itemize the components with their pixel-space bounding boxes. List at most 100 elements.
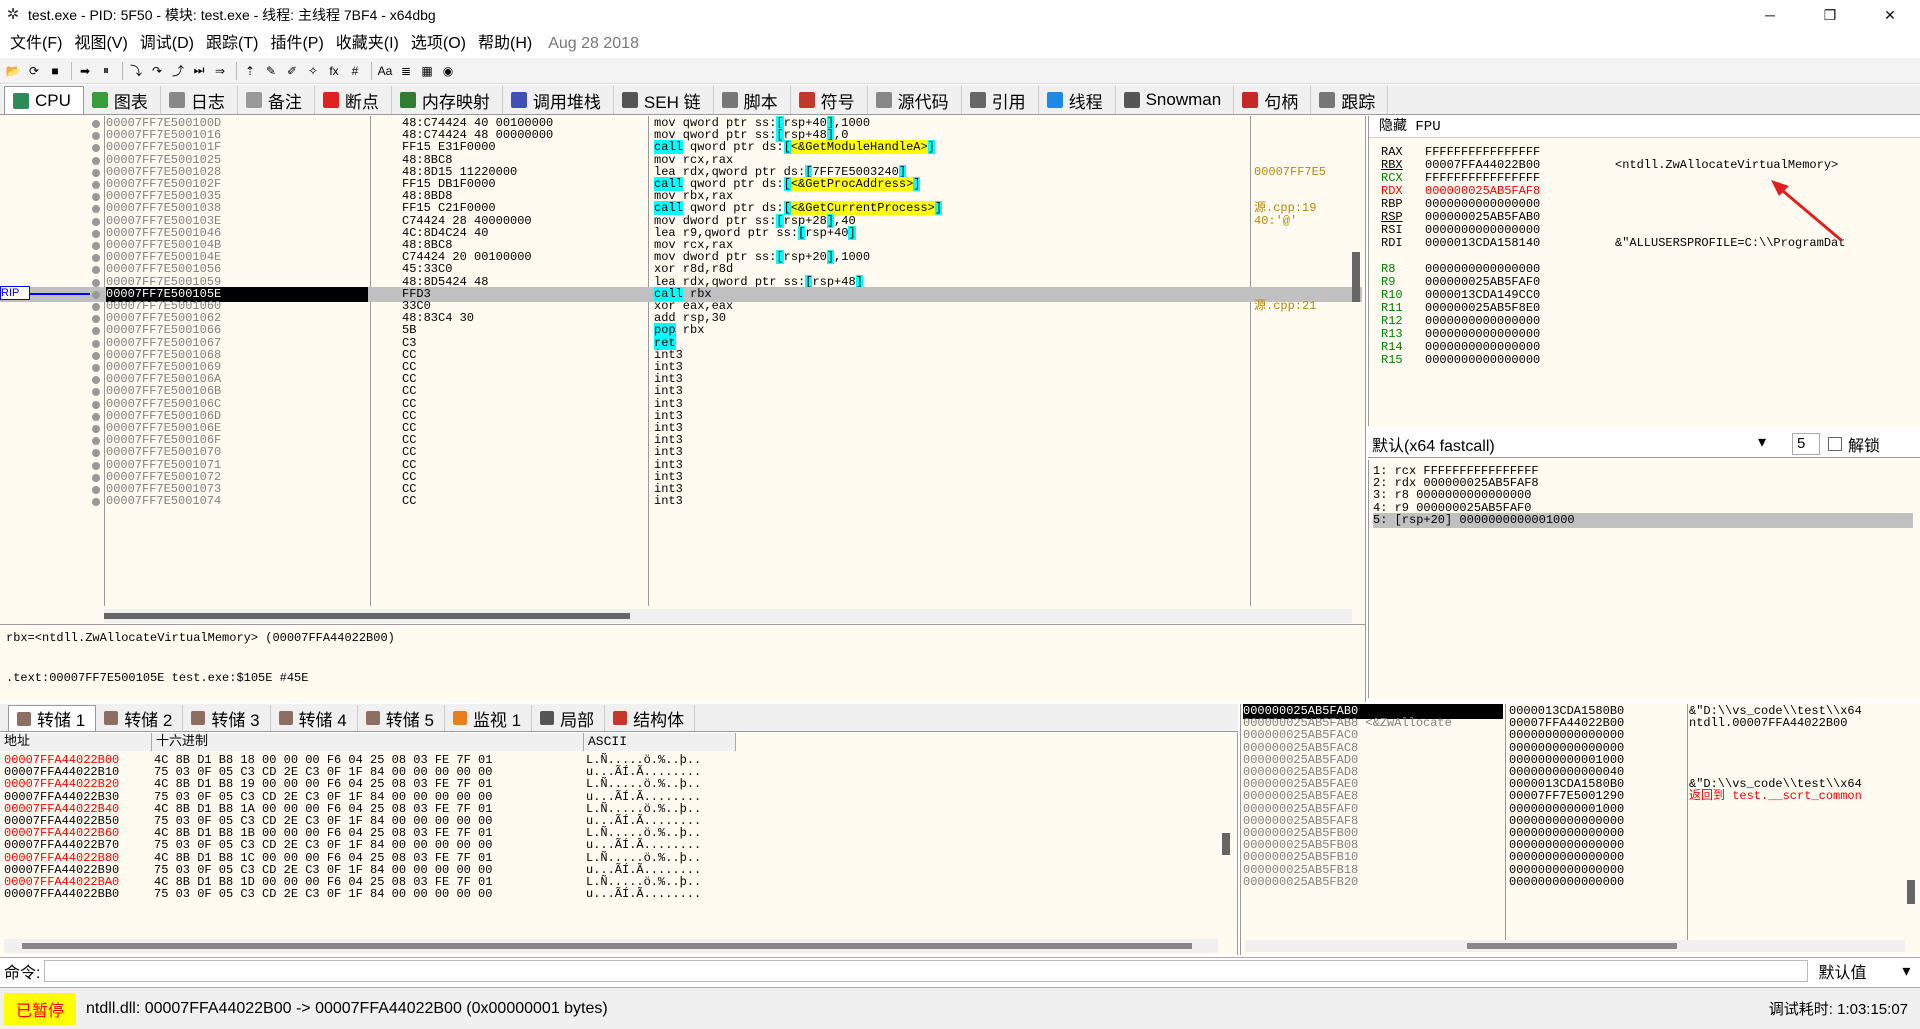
- argument-row[interactable]: 5: [rsp+20] 0000000000001000: [1373, 512, 1913, 528]
- tab-15[interactable]: 跟踪: [1311, 86, 1389, 114]
- tab-1[interactable]: 图表: [84, 86, 161, 114]
- globe-icon[interactable]: ◉: [439, 62, 457, 80]
- tab-7[interactable]: SEH 链: [614, 86, 714, 114]
- stop-icon[interactable]: ■: [46, 62, 64, 80]
- stack-hscrollbar[interactable]: [1245, 940, 1905, 952]
- tab-5[interactable]: 内存映射: [392, 86, 503, 114]
- dump-scrollbar[interactable]: [1222, 833, 1230, 855]
- disassembly-view[interactable]: 00007FF7E500100D 48:C74424 40 00100000 mov…: [0, 116, 1366, 624]
- tab-10[interactable]: 源代码: [868, 86, 962, 114]
- breakpoint-dot[interactable]: [92, 132, 100, 141]
- breakpoint-dot[interactable]: [92, 327, 100, 336]
- breakpoint-dot[interactable]: [92, 229, 100, 238]
- breakpoint-dot[interactable]: [92, 120, 100, 128]
- breakpoint-dot[interactable]: [92, 242, 100, 250]
- breakpoint-dot[interactable]: [92, 193, 100, 202]
- hscroll-thumb[interactable]: [1467, 943, 1677, 949]
- memory-dump[interactable]: 地址 十六进制 ASCII 00007FFA44022B00 4C 8B D1 B…: [0, 733, 1238, 955]
- breakpoint-dot[interactable]: [92, 205, 100, 214]
- command-mode-dropdown[interactable]: 默认值 ▾: [1814, 959, 1914, 983]
- dump-tab-7[interactable]: 结构体: [605, 705, 696, 731]
- breakpoint-dot[interactable]: [92, 351, 100, 360]
- registers-panel[interactable]: 隐藏 FPU RAX FFFFFFFFFFFFFFFF RBX 00007FFA440…: [1368, 116, 1920, 426]
- minimize-button[interactable]: ─: [1740, 0, 1800, 30]
- breakpoint-dot[interactable]: [92, 425, 100, 433]
- run-to-return-icon[interactable]: ⤴: [169, 62, 187, 80]
- label-icon[interactable]: ✐: [283, 62, 301, 80]
- breakpoint-dot[interactable]: [92, 473, 100, 482]
- breakpoint-dot[interactable]: [92, 388, 100, 397]
- dump-tab-3[interactable]: 转储 4: [271, 705, 358, 731]
- restart-icon[interactable]: ⟳: [25, 62, 43, 80]
- hscroll-thumb[interactable]: [22, 943, 1192, 949]
- stack-row[interactable]: 000000025AB5FB20 0000000000000000: [1241, 875, 1920, 890]
- tab-14[interactable]: 句柄: [1234, 86, 1312, 114]
- step-over-icon[interactable]: ↷: [148, 62, 166, 80]
- breakpoint-dot[interactable]: [92, 315, 100, 324]
- tab-13[interactable]: Snowman: [1116, 86, 1235, 114]
- dump-tab-6[interactable]: 局部: [532, 705, 606, 731]
- breakpoint-dot[interactable]: [92, 412, 100, 421]
- step-into-icon[interactable]: ⤵: [127, 62, 145, 80]
- tab-3[interactable]: 备注: [238, 86, 315, 114]
- menu-item[interactable]: 收藏夹(I): [330, 30, 405, 58]
- dump-hscrollbar[interactable]: [4, 939, 1218, 953]
- breakpoint-dot[interactable]: [92, 400, 100, 409]
- dump-tab-0[interactable]: 转储 1: [8, 705, 97, 731]
- menu-item[interactable]: 文件(F): [4, 30, 68, 58]
- close-button[interactable]: ✕: [1860, 0, 1920, 30]
- menu-item[interactable]: 帮助(H): [472, 30, 538, 58]
- tab-11[interactable]: 引用: [962, 86, 1039, 114]
- menu-item[interactable]: 视图(V): [68, 30, 133, 58]
- breakpoint-dot[interactable]: [92, 364, 100, 372]
- breakpoint-dot[interactable]: [92, 449, 100, 458]
- breakpoint-dot[interactable]: [92, 278, 100, 287]
- tab-2[interactable]: 日志: [161, 86, 238, 114]
- breakpoint-dot[interactable]: [92, 156, 100, 165]
- stack-scrollbar[interactable]: [1907, 880, 1915, 904]
- breakpoint-dot[interactable]: [92, 168, 100, 177]
- bookmark-icon[interactable]: ✧: [304, 62, 322, 80]
- command-input[interactable]: [44, 959, 1809, 982]
- breakpoint-dot[interactable]: [92, 144, 100, 153]
- menu-item[interactable]: 调试(D): [134, 30, 200, 58]
- unlock-checkbox[interactable]: [1828, 436, 1842, 451]
- calculator-icon[interactable]: ▦: [418, 62, 436, 80]
- font-icon[interactable]: Aa: [376, 62, 394, 80]
- tab-9[interactable]: 符号: [791, 86, 868, 114]
- argument-count-spinner[interactable]: 5: [1792, 432, 1820, 455]
- stack-view[interactable]: 000000025AB5FAB0 0000013CDA1580B0 &"D:\\vs…: [1240, 704, 1920, 955]
- menu-item[interactable]: 插件(P): [264, 30, 329, 58]
- tab-8[interactable]: 脚本: [714, 86, 791, 114]
- function-icon[interactable]: fx: [325, 62, 343, 80]
- tab-0[interactable]: CPU: [4, 86, 84, 114]
- breakpoint-dot[interactable]: [92, 290, 100, 299]
- menu-item[interactable]: 选项(O): [405, 30, 472, 58]
- breakpoint-dot[interactable]: [92, 181, 100, 189]
- breakpoint-dot[interactable]: [92, 254, 100, 263]
- breakpoint-dot[interactable]: [92, 266, 100, 275]
- pause-icon[interactable]: ⏸: [97, 62, 115, 80]
- menu-item[interactable]: 跟踪(T): [200, 30, 264, 58]
- calling-convention-dropdown[interactable]: 默认(x64 fastcall) ▾: [1372, 431, 1772, 456]
- breakpoint-dot[interactable]: [92, 437, 100, 446]
- dump-tab-5[interactable]: 监视 1: [445, 705, 533, 731]
- breakpoint-dot[interactable]: [92, 303, 100, 311]
- breakpoint-dot[interactable]: [92, 461, 100, 470]
- hash-icon[interactable]: #: [346, 62, 364, 80]
- open-icon[interactable]: 📂: [4, 62, 22, 80]
- hscroll-thumb[interactable]: [104, 613, 630, 619]
- comment-icon[interactable]: ✎: [262, 62, 280, 80]
- strings-icon[interactable]: ≣: [397, 62, 415, 80]
- breakpoint-dot[interactable]: [92, 498, 100, 507]
- patch-icon[interactable]: ⇡: [241, 62, 259, 80]
- breakpoint-dot[interactable]: [92, 339, 100, 348]
- tab-12[interactable]: 线程: [1039, 86, 1116, 114]
- disassembly-scrollbar[interactable]: [1352, 252, 1360, 302]
- tab-4[interactable]: 断点: [315, 86, 392, 114]
- animate-into-icon[interactable]: ⇒: [211, 62, 229, 80]
- disassembly-hscrollbar[interactable]: [104, 609, 1352, 623]
- dump-row[interactable]: 00007FFA44022BB0 75 03 0F 05 C3 CD 2E C3 …: [0, 887, 1220, 902]
- breakpoint-dot[interactable]: [92, 486, 100, 494]
- breakpoint-dot[interactable]: [92, 376, 100, 385]
